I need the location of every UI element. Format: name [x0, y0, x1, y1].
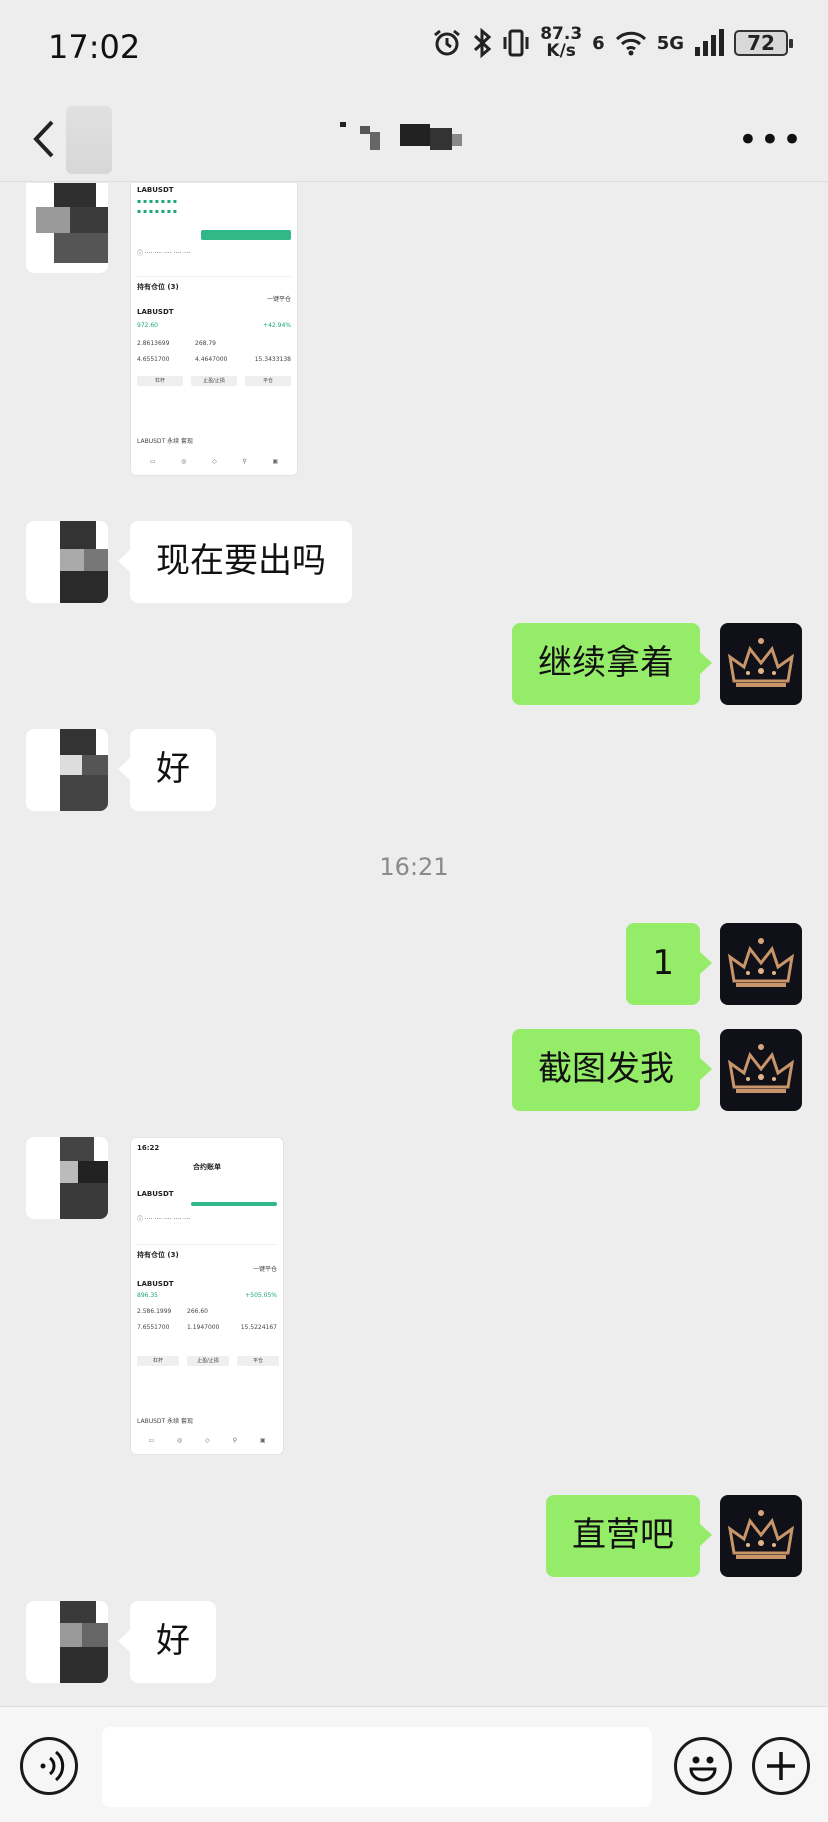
thumb2-positions-tab: 持有仓位 (3) — [137, 1251, 179, 1259]
my-avatar-crown[interactable] — [720, 1495, 802, 1577]
voice-waves-icon — [40, 1750, 65, 1782]
crown-icon — [727, 638, 795, 687]
thumb1-notice: ⓘ ···· ···· ···· ···· ···· — [137, 250, 191, 257]
thumb2-progress — [191, 1202, 277, 1206]
signal-icon — [695, 29, 724, 56]
thumb1-btn-b: 止盈/止损 — [191, 376, 237, 386]
thumb2-nav: ▭ ◎ ◇ ⚲ ▣ — [148, 1437, 266, 1444]
thumb2-footer: LABUSDT 永续 套现 — [137, 1418, 194, 1425]
message-bubble-received[interactable]: 好 — [118, 1601, 216, 1683]
wifi-label: 6 — [592, 32, 605, 54]
battery-indicator: 72 — [734, 30, 793, 56]
status-time: 17:02 — [48, 28, 141, 66]
thumb1-btn-c: 平仓 — [245, 376, 291, 386]
contact-avatar[interactable] — [26, 729, 108, 811]
screenshot-image-2[interactable]: 16:22 合约账单 LABUSDT ⓘ ···· ···· ···· ····… — [130, 1137, 284, 1455]
thumb1-pos-symbol: LABUSDT — [137, 308, 174, 316]
thumb2-symbol: LABUSDT — [137, 1190, 174, 1198]
thumb2-notice: ⓘ ···· ···· ···· ···· ···· — [137, 1216, 191, 1223]
thumb2-value-e: 15.5224167 — [240, 1324, 277, 1331]
wifi-icon — [615, 31, 646, 56]
thumb2-title: 合约账单 — [193, 1163, 221, 1171]
back-arrow-icon[interactable] — [26, 114, 66, 164]
alarm-icon — [434, 29, 461, 56]
emoji-icon[interactable] — [674, 1737, 732, 1795]
message-bubble-sent[interactable]: 直营吧 — [546, 1495, 712, 1577]
status-icons: 87.3 K/s 6 5G 72 — [432, 26, 793, 60]
my-avatar-crown[interactable] — [720, 623, 802, 705]
contact-avatar[interactable] — [26, 521, 108, 603]
net-speed: 87.3 K/s — [540, 26, 582, 60]
crown-icon — [727, 1510, 795, 1559]
screenshot-image-1[interactable]: LABUSDT ▪ ▪ ▪ ▪ ▪ ▪ ▪ ▪ ▪ ▪ ▪ ▪ ▪ ▪ ⓘ ··… — [130, 183, 298, 476]
contact-avatar[interactable] — [26, 183, 108, 273]
thumb2-value-b: 266.60 — [187, 1308, 208, 1315]
my-avatar-crown[interactable] — [720, 923, 802, 1005]
input-bar — [0, 1706, 828, 1822]
crown-icon — [727, 938, 795, 987]
message-bubble-sent[interactable]: 1 — [626, 923, 712, 1005]
thumb1-one-click: 一键平仓 — [266, 296, 291, 303]
thumb2-btn-b: 止盈/止损 — [187, 1356, 229, 1366]
contact-avatar[interactable] — [26, 1601, 108, 1683]
message-bubble-sent[interactable]: 继续拿着 — [512, 623, 712, 705]
contact-avatar[interactable] — [26, 1137, 108, 1219]
smiley-face-icon — [689, 1756, 717, 1782]
status-bar: 17:02 87.3 K/s 6 5G 72 — [0, 0, 828, 96]
thumb2-pos-symbol: LABUSDT — [137, 1280, 174, 1288]
message-bubble-received[interactable]: 现在要出吗 — [118, 521, 352, 603]
voice-icon[interactable] — [20, 1737, 78, 1795]
thumb1-positions-tab: 持有仓位 (3) — [137, 283, 179, 291]
thumb1-btn-a: 杠杆 — [137, 376, 183, 386]
plus-icon[interactable] — [752, 1737, 810, 1795]
bluetooth-icon — [474, 28, 492, 58]
thumb2-btn-c: 平仓 — [237, 1356, 279, 1366]
net-speed-unit: K/s — [546, 41, 576, 61]
thumb1-value-e: 15.3433138 — [254, 356, 291, 363]
thumb1-open-button — [201, 230, 291, 240]
thumb1-footer: LABUSDT 永续 套现 — [137, 438, 194, 445]
more-dots-icon[interactable]: ••• — [738, 120, 804, 160]
timestamp-divider: 16:21 — [379, 853, 449, 881]
thumb1-value-b: 268.79 — [195, 340, 216, 347]
plus-sign-icon — [767, 1752, 795, 1780]
crown-icon — [727, 1044, 795, 1093]
thumb1-orderbook: ▪ ▪ ▪ ▪ ▪ ▪ ▪ — [137, 198, 177, 205]
chat-header: ••• — [0, 96, 828, 182]
thumb2-time: 16:22 — [137, 1144, 160, 1152]
message-bubble-received[interactable]: 好 — [118, 729, 216, 811]
thumb1-pct: +42.94% — [263, 322, 291, 329]
message-input[interactable] — [102, 1727, 652, 1807]
thumb1-orderbook-2: ▪ ▪ ▪ ▪ ▪ ▪ ▪ — [137, 208, 177, 215]
header-blurred-avatar — [66, 106, 112, 174]
thumb2-btn-a: 杠杆 — [137, 1356, 179, 1366]
chat-area[interactable]: LABUSDT ▪ ▪ ▪ ▪ ▪ ▪ ▪ ▪ ▪ ▪ ▪ ▪ ▪ ▪ ⓘ ··… — [0, 183, 828, 1706]
chat-title-redacted — [340, 122, 462, 150]
thumb1-symbol: LABUSDT — [137, 186, 174, 194]
my-avatar-crown[interactable] — [720, 1029, 802, 1111]
thumb2-pct: +505.05% — [245, 1292, 277, 1299]
vibrate-icon — [503, 29, 529, 57]
thumb1-nav: ▭ ◎ ◇ ⚲ ▣ — [149, 458, 279, 465]
signal-label: 5G — [656, 32, 684, 54]
thumb2-one-click: 一键平仓 — [252, 1266, 277, 1273]
message-bubble-sent[interactable]: 截图发我 — [512, 1029, 712, 1111]
